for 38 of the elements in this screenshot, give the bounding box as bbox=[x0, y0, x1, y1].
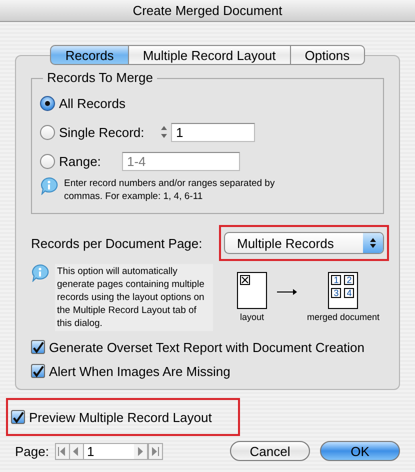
tab[interactable]: Multiple Record Layout bbox=[128, 45, 291, 65]
tab[interactable]: Options bbox=[290, 45, 365, 65]
stepper-icon[interactable] bbox=[159, 124, 169, 140]
radio-label: All Records bbox=[59, 96, 126, 110]
diagram-caption: merged document bbox=[307, 312, 380, 322]
merged-page-drawing: 1 2 3 4 bbox=[328, 272, 358, 309]
page-field[interactable]: 1 bbox=[84, 444, 134, 458]
first-page-icon[interactable] bbox=[56, 444, 70, 458]
radio-button[interactable] bbox=[40, 96, 55, 110]
group-title: Records To Merge bbox=[43, 70, 157, 85]
checkbox[interactable] bbox=[31, 340, 45, 354]
layout-page-drawing bbox=[237, 272, 267, 309]
checkbox-label: Preview Multiple Record Layout bbox=[29, 410, 212, 424]
up-down-arrows-icon bbox=[369, 237, 377, 249]
record-field[interactable]: 1 bbox=[171, 122, 255, 142]
range-field[interactable]: 1-4 bbox=[122, 152, 240, 170]
radio-button[interactable] bbox=[40, 154, 55, 168]
checkbox-label: Alert When Images Are Missing bbox=[49, 364, 230, 378]
checkbox[interactable] bbox=[31, 364, 45, 378]
diagram-caption: layout bbox=[240, 312, 264, 322]
info-icon bbox=[31, 264, 49, 282]
radio-button[interactable] bbox=[40, 124, 55, 140]
popup-label: Records per Document Page: bbox=[31, 236, 202, 250]
cancel-button[interactable]: Cancel bbox=[230, 441, 310, 461]
window-title: Create Merged Document bbox=[132, 3, 282, 18]
info-icon bbox=[40, 177, 58, 195]
ok-button[interactable]: OK bbox=[320, 441, 400, 461]
radio-label: Single Record: bbox=[59, 124, 146, 140]
tab[interactable]: Records bbox=[50, 45, 129, 65]
page-label: Page: bbox=[15, 444, 49, 458]
hint-text: Enter record numbers and/or ranges separated by commas. For example: 1, 4, 6-11 bbox=[64, 177, 276, 203]
radio-label: Range: bbox=[59, 154, 102, 168]
checkbox-label: Generate Overset Text Report with Document Creation bbox=[49, 340, 365, 354]
arrow-icon bbox=[277, 289, 297, 295]
info-text: This option will automatically generate pages containing multiple records using the layout options on the Multiple Record Layout tab of this dialog. bbox=[55, 264, 213, 331]
checkbox[interactable] bbox=[11, 410, 25, 424]
records-per-page-popup[interactable]: Multiple Records bbox=[224, 232, 384, 254]
last-page-icon[interactable] bbox=[148, 444, 162, 458]
